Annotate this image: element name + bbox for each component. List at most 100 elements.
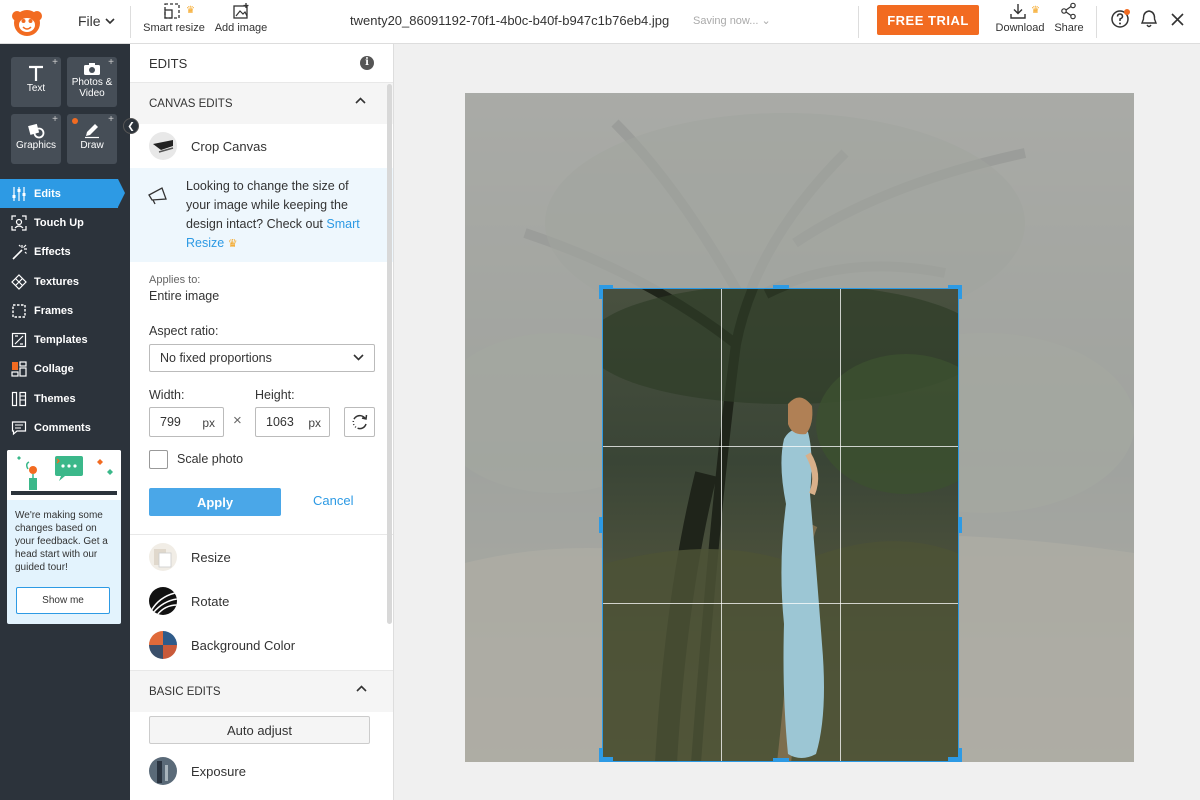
sidebar-item-frames[interactable]: Frames xyxy=(0,296,130,325)
background-color-label: Background Color xyxy=(191,637,296,653)
panel-title: EDITS xyxy=(149,55,188,71)
basic-edits-section-header[interactable]: BASIC EDITS xyxy=(130,670,393,712)
crown-icon: ♛ xyxy=(1031,5,1040,16)
plus-icon: + xyxy=(108,114,114,125)
canvas-edits-section-header[interactable]: CANVAS EDITS xyxy=(130,82,393,124)
aspect-ratio-select[interactable]: No fixed proportions xyxy=(149,344,375,372)
add-image-button[interactable]: Add image xyxy=(213,2,269,34)
collapse-sidebar-button[interactable]: ❮ xyxy=(123,118,139,134)
applies-to-label: Applies to: xyxy=(149,274,201,286)
height-input[interactable]: 1063 px xyxy=(255,407,330,437)
smart-resize-tip: Looking to change the size of your image… xyxy=(130,168,393,262)
section-title: BASIC EDITS xyxy=(149,685,221,698)
crop-canvas-thumbnail xyxy=(149,132,177,160)
crop-handle-bottom-left[interactable] xyxy=(599,748,603,762)
rotate-dimensions-button[interactable] xyxy=(344,407,375,437)
cancel-button[interactable]: Cancel xyxy=(313,493,353,508)
file-menu-label: File xyxy=(78,13,101,29)
crop-handle-top-right[interactable] xyxy=(958,285,962,299)
crop-handle-bottom-right[interactable] xyxy=(958,748,962,762)
auto-adjust-button[interactable]: Auto adjust xyxy=(149,716,370,744)
save-status-label: Saving now... xyxy=(693,15,759,27)
exposure-thumbnail xyxy=(149,757,177,785)
sidebar-item-label: Templates xyxy=(34,334,88,347)
crop-grid-line xyxy=(603,446,958,447)
chevron-down-icon xyxy=(353,354,364,361)
sidebar-item-effects[interactable]: Effects xyxy=(0,238,130,267)
show-me-button[interactable]: Show me xyxy=(16,587,110,614)
free-trial-button[interactable]: FREE TRIAL xyxy=(877,5,979,35)
panel-header: EDITS i xyxy=(130,44,393,82)
comment-icon xyxy=(11,421,27,436)
document-filename[interactable]: twenty20_86091192-70f1-4b0c-b40f-b947c1b… xyxy=(350,13,669,28)
sidebar-item-label: Textures xyxy=(34,275,80,288)
resize-tool[interactable]: Resize xyxy=(130,535,388,579)
height-label: Height: xyxy=(255,388,295,402)
picmonkey-logo[interactable] xyxy=(10,6,44,38)
sidebar-item-collage[interactable]: Collage xyxy=(0,355,130,384)
canvas-area xyxy=(395,44,1200,800)
camera-icon xyxy=(84,63,100,75)
sidebar-item-templates[interactable]: Templates xyxy=(0,325,130,354)
text-tool-button[interactable]: + Text xyxy=(11,57,61,107)
crop-canvas-tool[interactable]: Crop Canvas xyxy=(130,124,393,168)
width-value: 799 xyxy=(160,415,181,429)
sidebar-item-themes[interactable]: Themes xyxy=(0,384,130,413)
sidebar-item-label: Effects xyxy=(34,246,71,259)
crop-canvas-label: Crop Canvas xyxy=(191,138,267,154)
graphics-tool-button[interactable]: + Graphics xyxy=(11,114,61,164)
promo-text: We're making some changes based on your … xyxy=(15,510,108,573)
sidebar-nav: Edits Touch Up Effects Textures Frames T… xyxy=(0,179,130,443)
divider xyxy=(858,6,859,38)
sidebar-item-label: Edits xyxy=(34,187,61,200)
draw-tool-button[interactable]: + Draw xyxy=(67,114,117,164)
photos-video-tool-button[interactable]: + Photos & Video xyxy=(67,57,117,107)
smart-resize-button[interactable]: ♛ Smart resize xyxy=(143,2,205,34)
sidebar-item-textures[interactable]: Textures xyxy=(0,267,130,296)
crop-handle-right[interactable] xyxy=(958,517,962,533)
sidebar-item-label: Collage xyxy=(34,363,74,376)
crop-handle-bottom[interactable] xyxy=(773,758,789,762)
sidebar-item-touch-up[interactable]: Touch Up xyxy=(0,208,130,237)
info-icon[interactable]: i xyxy=(360,56,374,70)
divider xyxy=(130,6,131,38)
rotate-thumbnail xyxy=(149,587,177,615)
crop-handle-top-left[interactable] xyxy=(599,285,603,299)
chevron-down-icon xyxy=(104,17,115,24)
guided-tour-promo: We're making some changes based on your … xyxy=(7,450,121,624)
bell-icon[interactable] xyxy=(1140,9,1158,29)
exposure-tool[interactable]: Exposure xyxy=(130,749,388,793)
crop-handle-top[interactable] xyxy=(773,285,789,289)
background-color-tool[interactable]: Background Color xyxy=(130,623,388,667)
height-value: 1063 xyxy=(266,415,294,429)
rotate-tool[interactable]: Rotate xyxy=(130,579,388,623)
file-menu[interactable]: File xyxy=(78,13,115,29)
width-input[interactable]: 799 px xyxy=(149,407,224,437)
help-icon[interactable] xyxy=(1110,9,1130,29)
rotate-icon xyxy=(352,414,367,430)
share-button[interactable]: Share xyxy=(1051,2,1087,34)
scale-photo-checkbox[interactable] xyxy=(149,450,168,469)
crop-selection[interactable] xyxy=(602,288,959,762)
apply-button[interactable]: Apply xyxy=(149,488,281,516)
smart-resize-icon xyxy=(164,3,180,19)
crown-icon: ♛ xyxy=(186,5,195,16)
download-button[interactable]: ♛ Download xyxy=(991,2,1049,34)
text-tool-label: Text xyxy=(26,83,46,94)
panel-scrollbar[interactable] xyxy=(387,84,392,624)
sidebar-item-comments[interactable]: Comments xyxy=(0,413,130,442)
crop-handle-left[interactable] xyxy=(599,517,603,533)
sidebar-item-edits[interactable]: Edits xyxy=(0,179,125,209)
add-image-label: Add image xyxy=(214,22,268,34)
collage-icon xyxy=(11,361,27,378)
aspect-ratio-label: Aspect ratio: xyxy=(149,324,219,338)
save-status[interactable]: Saving now... ⌄ xyxy=(693,14,771,27)
photos-video-tool-label: Photos & Video xyxy=(71,77,113,99)
texture-icon xyxy=(11,273,27,290)
plus-icon: + xyxy=(108,57,114,68)
sidebar-item-label: Comments xyxy=(34,422,91,435)
close-icon[interactable] xyxy=(1170,12,1185,27)
applies-to-value: Entire image xyxy=(149,289,220,303)
photo-canvas[interactable] xyxy=(465,93,1134,762)
rotate-label: Rotate xyxy=(191,593,230,609)
